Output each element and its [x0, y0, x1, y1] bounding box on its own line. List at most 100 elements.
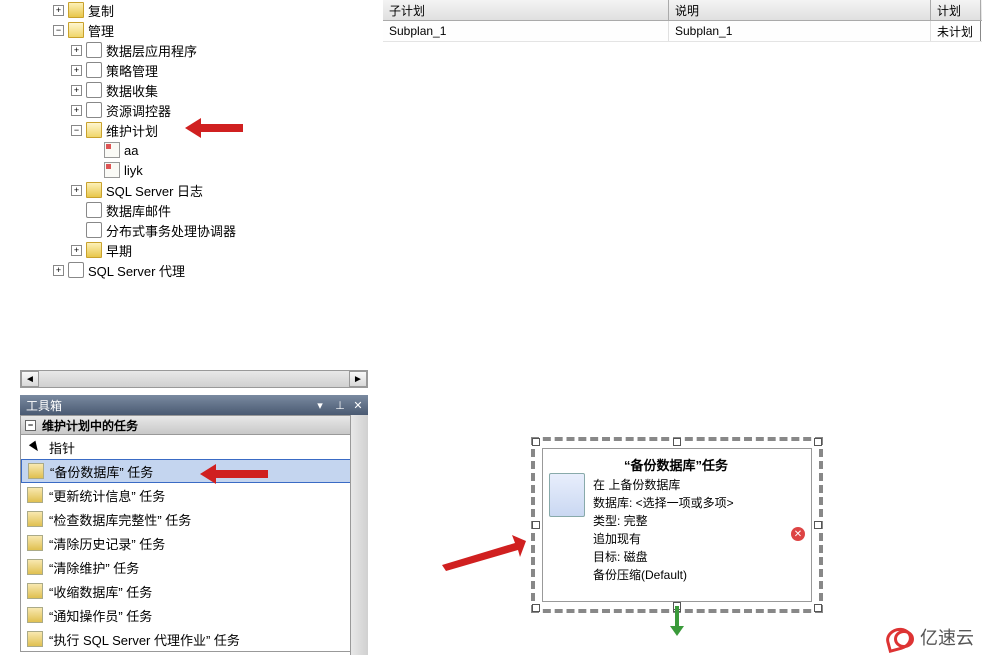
tree-item-label: aa [124, 143, 138, 158]
toolbox-section-label: 维护计划中的任务 [42, 417, 138, 434]
task-title: “备份数据库”任务 [549, 455, 803, 474]
toolbox-item[interactable]: “收缩数据库” 任务 [21, 579, 367, 603]
task-output-connector[interactable] [670, 606, 684, 638]
special-icon [86, 82, 102, 98]
toolbox-item[interactable]: “执行 SQL Server 代理作业” 任务 [21, 627, 367, 651]
pointer-icon [27, 439, 43, 455]
tree-item[interactable]: + 数据层应用程序 [35, 40, 370, 60]
toolbox-titlebar[interactable]: 工具箱 ▾ ⊥ ✕ [20, 395, 368, 415]
grid-cell[interactable]: Subplan_1 [669, 21, 931, 41]
tree-item-label: 早期 [106, 241, 132, 260]
resize-handle[interactable] [532, 438, 540, 446]
special-icon [86, 202, 102, 218]
task-icon [27, 607, 43, 623]
task-detail-line: 在 上备份数据库 [593, 476, 803, 494]
tree-item-label: liyk [124, 163, 143, 178]
toolbox-item[interactable]: “清除维护” 任务 [21, 555, 367, 579]
tree-item[interactable]: liyk [35, 160, 370, 180]
tree-horizontal-scrollbar[interactable]: ◄ ► [20, 370, 368, 388]
toolbox-item-label: “备份数据库” 任务 [50, 462, 153, 481]
expand-icon[interactable]: + [71, 45, 82, 56]
scroll-track[interactable] [39, 371, 349, 387]
toolbox-section-header[interactable]: − 维护计划中的任务 [20, 415, 368, 435]
collapse-icon[interactable]: − [53, 25, 64, 36]
subplan-row[interactable]: Subplan_1Subplan_1未计划 [383, 21, 982, 42]
toolbox-item-label: “通知操作员” 任务 [49, 606, 152, 625]
resize-handle[interactable] [814, 438, 822, 446]
toolbox-item-label: “清除维护” 任务 [49, 558, 139, 577]
expand-icon[interactable]: + [53, 265, 64, 276]
toolbox-item[interactable]: “更新统计信息” 任务 [21, 483, 367, 507]
toolbox-close-button[interactable]: ✕ [350, 397, 366, 413]
tree-item-label: SQL Server 日志 [106, 181, 203, 200]
expand-icon[interactable]: + [53, 5, 64, 16]
tree-item-label: 策略管理 [106, 61, 158, 80]
resize-handle[interactable] [673, 438, 681, 446]
toolbox-pin-button[interactable]: ⊥ [332, 397, 348, 413]
toolbox-item-label: “清除历史记录” 任务 [49, 534, 165, 553]
toolbox-item-label: “收缩数据库” 任务 [49, 582, 152, 601]
tree-item[interactable]: + 策略管理 [35, 60, 370, 80]
tree-item[interactable]: 分布式事务处理协调器 [35, 220, 370, 240]
collapse-icon[interactable]: − [71, 125, 82, 136]
tree-item[interactable]: 数据库邮件 [35, 200, 370, 220]
error-badge-icon: ✕ [791, 527, 805, 541]
folder-icon [68, 2, 84, 18]
tree-item[interactable]: + 早期 [35, 240, 370, 260]
connector-stem [675, 606, 679, 628]
tree-item[interactable]: +SQL Server 代理 [35, 260, 370, 280]
task-icon [27, 631, 43, 647]
collapse-icon[interactable]: − [25, 420, 36, 431]
resize-handle[interactable] [532, 521, 540, 529]
resize-handle[interactable] [814, 521, 822, 529]
expand-icon[interactable]: + [71, 245, 82, 256]
toolbox-item[interactable]: “备份数据库” 任务 [21, 459, 367, 483]
database-backup-icon [549, 473, 585, 517]
resize-handle[interactable] [814, 604, 822, 612]
tree-item-label: 数据库邮件 [106, 201, 171, 220]
tree-item-label: 数据层应用程序 [106, 41, 197, 60]
tree-item[interactable]: − 管理 [35, 20, 370, 40]
annotation-arrow-icon [185, 116, 245, 140]
toolbox-title-label: 工具箱 [26, 397, 62, 414]
toolbox-item-label: 指针 [49, 438, 75, 457]
scroll-right-button[interactable]: ► [349, 371, 367, 387]
task-icon [28, 463, 44, 479]
grid-column-header[interactable]: 计划 [931, 0, 981, 20]
toolbox-item[interactable]: “通知操作员” 任务 [21, 603, 367, 627]
folder-open-icon [68, 22, 84, 38]
task-content: “备份数据库”任务 在 上备份数据库 数据库: <选择一项或多项> 类型: 完整… [542, 448, 812, 602]
watermark: 亿速云 [886, 624, 974, 650]
grid-cell[interactable]: 未计划 [931, 21, 981, 41]
tree-item[interactable]: + 复制 [35, 0, 370, 20]
toolbox-list: 指针 “备份数据库” 任务 “更新统计信息” 任务“检查数据库完整性” 任务 “清除历… [20, 435, 368, 652]
toolbox-item-label: “执行 SQL Server 代理作业” 任务 [49, 630, 240, 649]
toolbox-item[interactable]: “清除历史记录” 任务 [21, 531, 367, 555]
tree-view[interactable]: +复制−管理+数据层应用程序+策略管理+数据收集+资源调控器−维护计划aaliy… [0, 0, 370, 370]
toolbox-dropdown-button[interactable]: ▾ [312, 397, 328, 413]
subplan-grid-header: 子计划说明计划 [383, 0, 982, 21]
resize-handle[interactable] [532, 604, 540, 612]
task-detail-line: 备份压缩(Default) [593, 566, 803, 584]
expand-icon[interactable]: + [71, 105, 82, 116]
scroll-left-button[interactable]: ◄ [21, 371, 39, 387]
toolbox-item[interactable]: 指针 [21, 435, 367, 459]
tree-item-label: 管理 [88, 21, 114, 40]
special-icon [86, 62, 102, 78]
tree-item-label: 复制 [88, 1, 114, 20]
grid-column-header[interactable]: 子计划 [383, 0, 669, 20]
arrow-down-icon [670, 626, 684, 636]
grid-cell[interactable]: Subplan_1 [383, 21, 669, 41]
expand-icon[interactable]: + [71, 185, 82, 196]
toolbox-vertical-scrollbar[interactable] [350, 415, 368, 655]
task-icon [27, 487, 43, 503]
expand-icon[interactable]: + [71, 65, 82, 76]
tree-item[interactable]: aa [35, 140, 370, 160]
expand-icon[interactable]: + [71, 85, 82, 96]
backup-database-task-node[interactable]: “备份数据库”任务 在 上备份数据库 数据库: <选择一项或多项> 类型: 完整… [536, 442, 818, 608]
tree-item[interactable]: + SQL Server 日志 [35, 180, 370, 200]
toolbox-item[interactable]: “检查数据库完整性” 任务 [21, 507, 367, 531]
tree-item[interactable]: +数据收集 [35, 80, 370, 100]
grid-column-header[interactable]: 说明 [669, 0, 931, 20]
tree-item-label: 维护计划 [106, 121, 158, 140]
